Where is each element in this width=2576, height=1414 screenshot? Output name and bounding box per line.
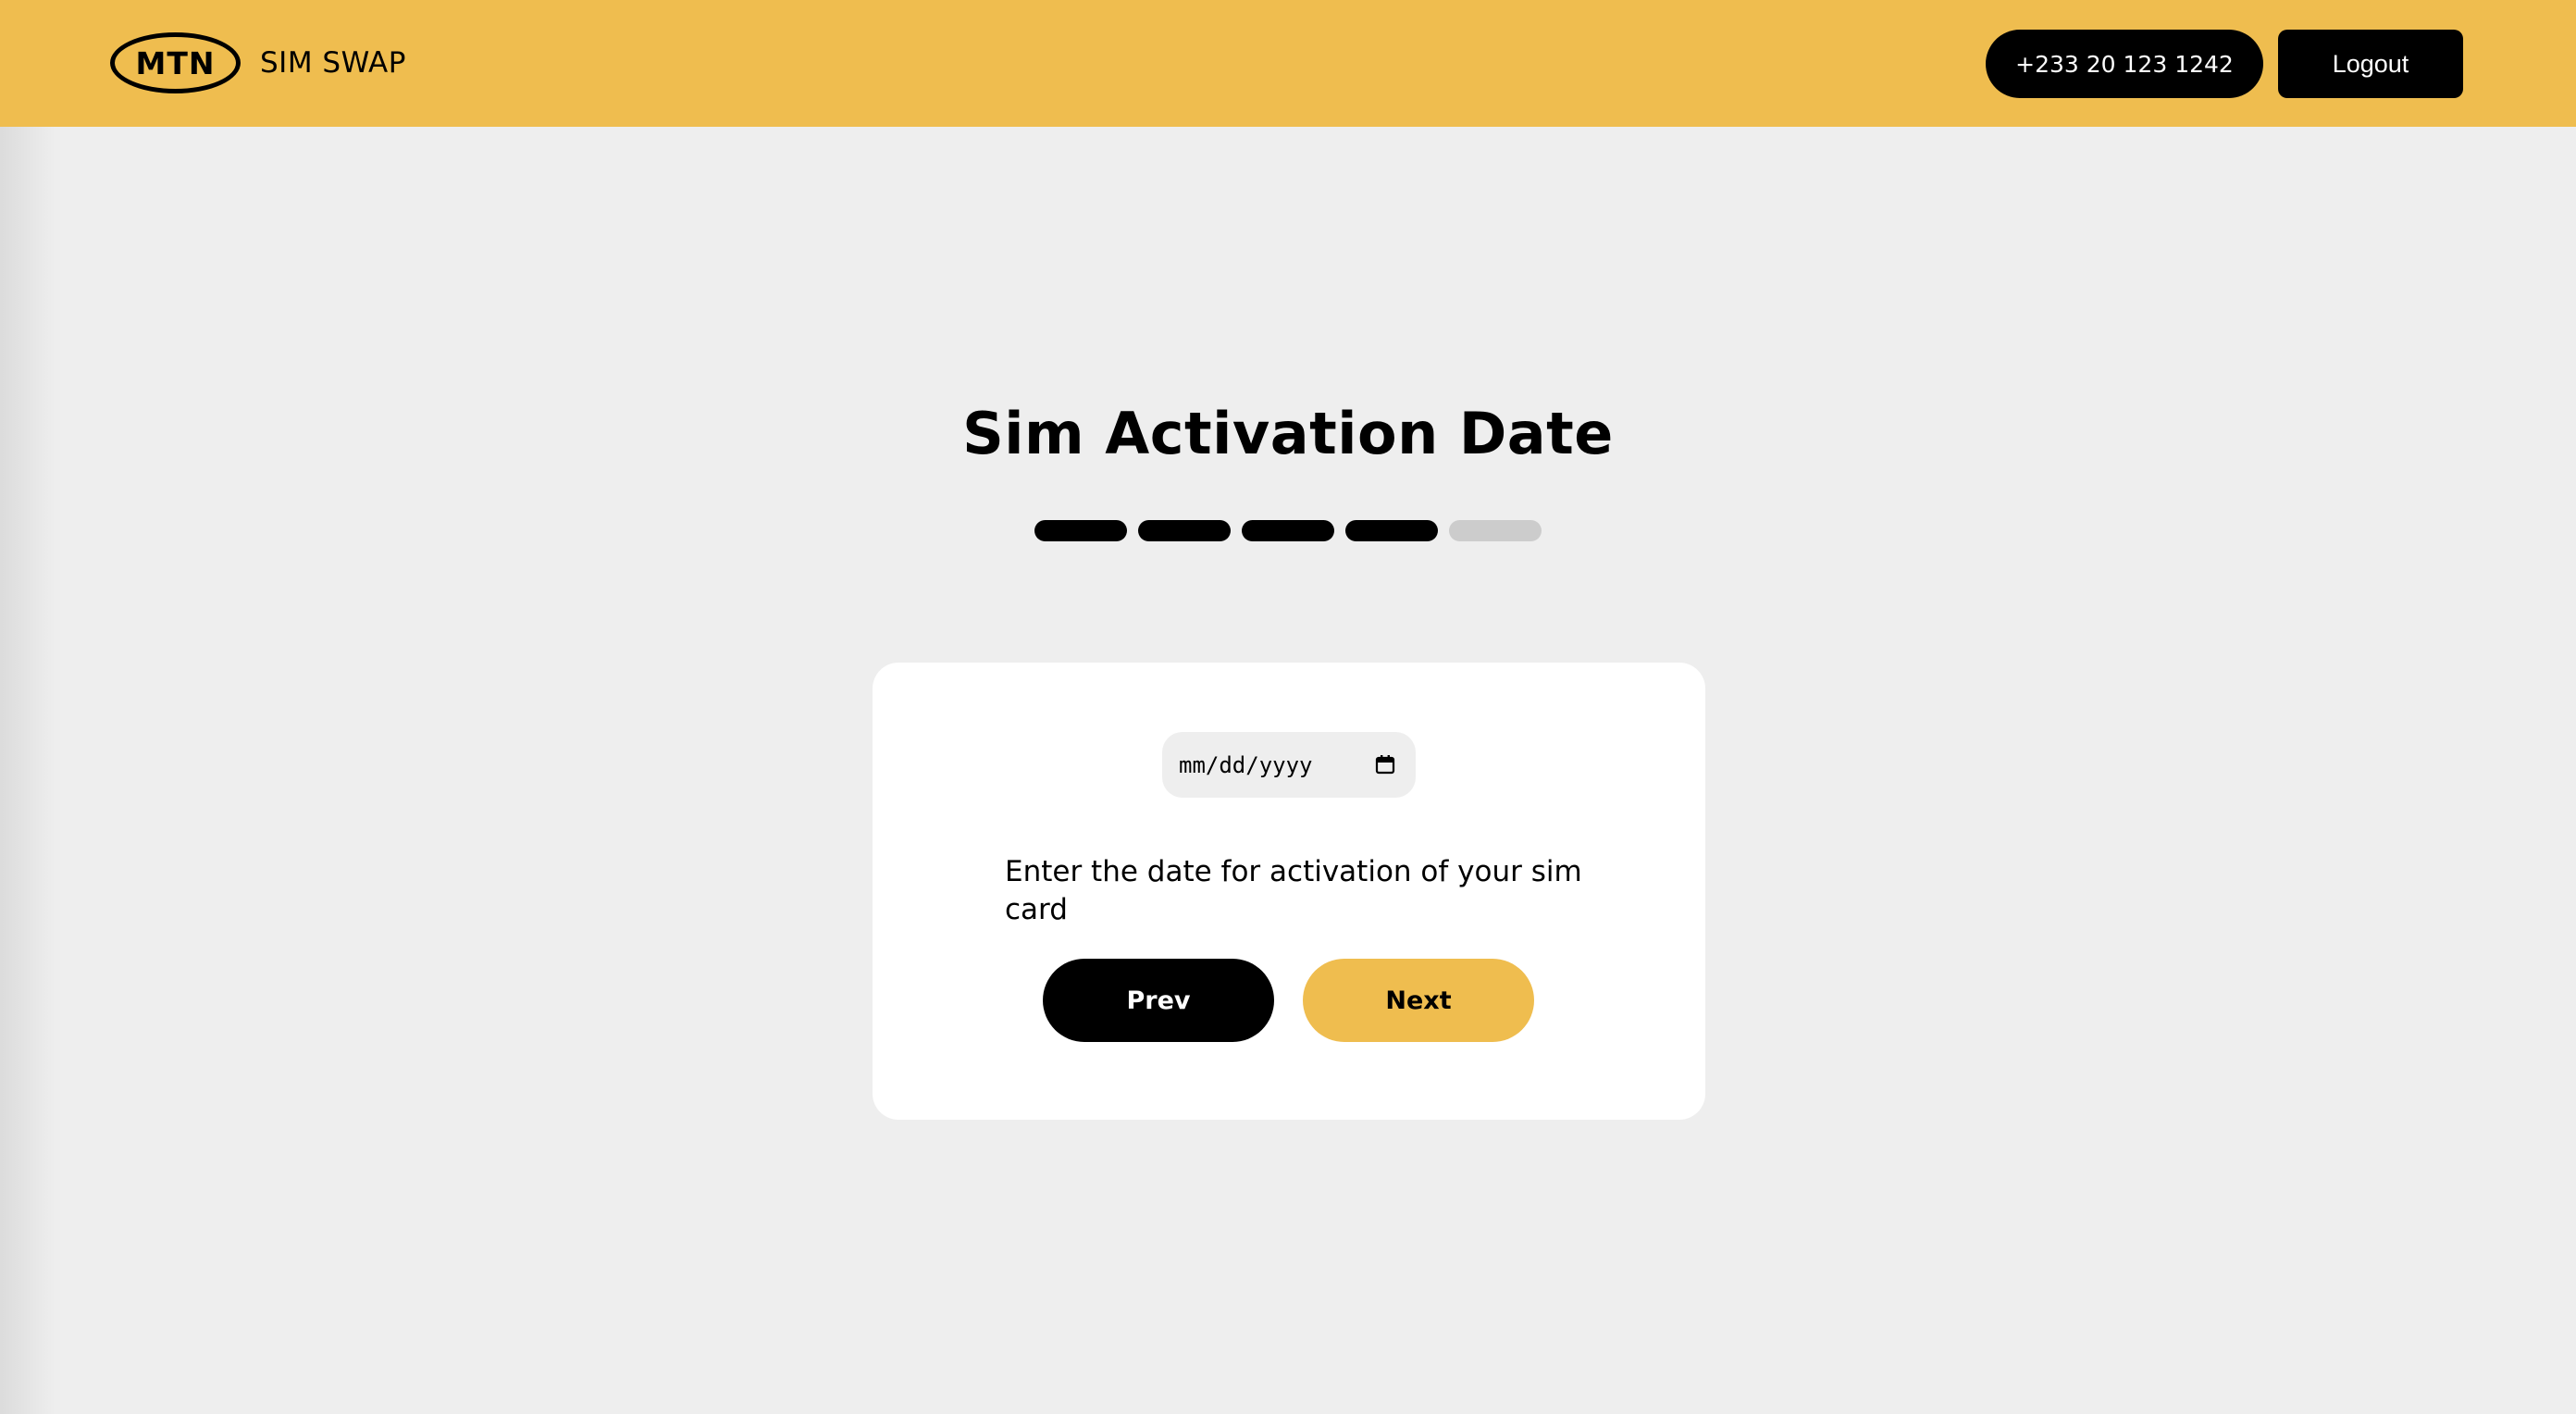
phone-number: +233 20 123 1242 — [2015, 50, 2234, 78]
page-title: Sim Activation Date — [962, 400, 1614, 467]
date-placeholder: mm/dd/yyyy — [1179, 751, 1313, 778]
left-edge-shadow — [0, 127, 56, 1414]
activation-date-input[interactable]: mm/dd/yyyy — [1162, 732, 1416, 798]
form-card: mm/dd/yyyy Enter the date for activation… — [873, 663, 1705, 1120]
phone-number-badge[interactable]: +233 20 123 1242 — [1986, 30, 2263, 98]
progress-step — [1138, 520, 1231, 541]
next-button[interactable]: Next — [1303, 959, 1534, 1042]
progress-step — [1034, 520, 1127, 541]
brand[interactable]: MTN SIM SWAP — [110, 29, 406, 97]
logout-button[interactable]: Logout — [2278, 30, 2463, 98]
app-name: SIM SWAP — [260, 46, 406, 80]
logo-text: MTN — [135, 44, 216, 81]
calendar-icon[interactable] — [1375, 754, 1395, 775]
progress-step — [1449, 520, 1542, 541]
progress-step — [1242, 520, 1334, 541]
progress-step — [1345, 520, 1438, 541]
progress-steps — [1034, 520, 1542, 541]
top-bar: MTN SIM SWAP +233 20 123 1242 Logout — [0, 0, 2576, 127]
instruction-text: Enter the date for activation of your si… — [1005, 855, 1582, 926]
prev-button[interactable]: Prev — [1043, 959, 1274, 1042]
mtn-logo: MTN — [110, 32, 241, 93]
